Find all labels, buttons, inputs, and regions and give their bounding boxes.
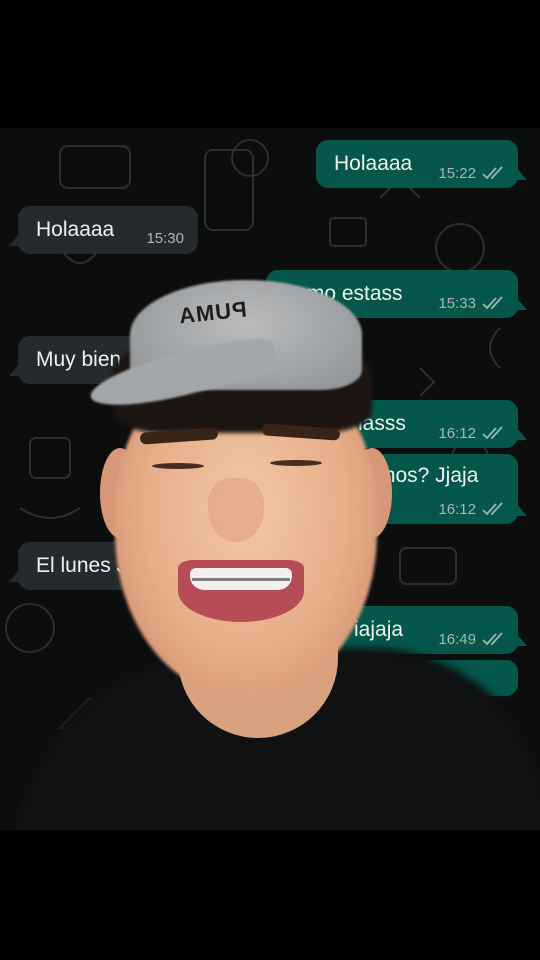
person-overlay: PUMA (0, 128, 540, 830)
braces (192, 578, 290, 581)
right-eye-closed (270, 460, 322, 466)
left-eye-closed (152, 463, 204, 469)
nose (208, 478, 264, 542)
